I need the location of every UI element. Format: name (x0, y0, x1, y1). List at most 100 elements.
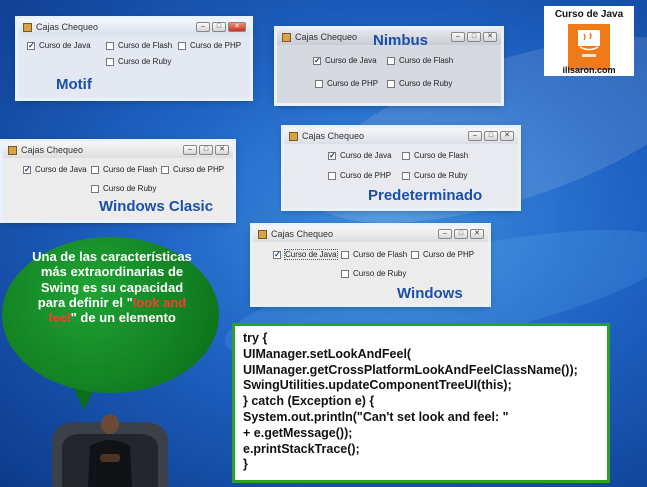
checkbox-box[interactable] (402, 171, 410, 180)
code-line: SwingUtilities.updateComponentTreeUI(thi… (243, 378, 512, 393)
checkbox-box[interactable] (178, 41, 186, 50)
checkbox-ruby[interactable]: Curso de Ruby (387, 79, 452, 88)
checkbox-label: Curso de PHP (173, 165, 225, 174)
titlebar: Cajas Chequeo – □ ✕ (284, 128, 518, 144)
java-cup-icon (23, 22, 32, 32)
logo-website: ilisaron.com (562, 65, 616, 75)
checkbox-box[interactable] (106, 41, 114, 50)
maximize-button[interactable]: □ (454, 229, 468, 239)
checkbox-ruby[interactable]: Curso de Ruby (341, 269, 406, 278)
checkbox-java[interactable]: Curso de Java (23, 165, 87, 174)
checkbox-box[interactable] (315, 79, 323, 88)
laf-label-windows: Windows (397, 285, 463, 302)
window-motif: Cajas Chequeo – □ ✕ Curso de Java Curso … (18, 19, 250, 98)
window-windows: Cajas Chequeo – □ ✕ Curso de Java Curso … (253, 226, 488, 304)
checkbox-box[interactable] (411, 250, 419, 259)
close-button[interactable]: ✕ (483, 32, 497, 42)
checkbox-java[interactable]: Curso de Java (328, 151, 392, 160)
checkbox-box[interactable] (402, 151, 410, 160)
code-line: UIManager.getCrossPlatformLookAndFeelCla… (243, 362, 578, 377)
java-cup-icon (258, 229, 267, 239)
checkbox-box[interactable] (341, 250, 349, 259)
checkbox-php[interactable]: Curso de PHP (315, 79, 378, 88)
checkbox-label: Curso de Java (39, 41, 91, 50)
checkbox-label: Curso de PHP (423, 250, 475, 259)
checkbox-box[interactable] (387, 56, 395, 65)
laf-label-nimbus: Nimbus (373, 32, 429, 49)
laf-label-motif: Motif (56, 76, 92, 93)
java-cup-icon (8, 145, 17, 155)
checkbox-java[interactable]: Curso de Java (313, 56, 377, 65)
checkbox-java[interactable]: Curso de Java (27, 41, 91, 50)
laf-label-windows-classic: Windows Clasic (99, 198, 214, 215)
checkbox-label: Curso de Flash (103, 165, 158, 174)
checkbox-label: Curso de Flash (353, 250, 408, 259)
checkbox-box[interactable] (328, 151, 336, 160)
checkbox-label: Curso de Flash (118, 41, 173, 50)
checkbox-flash[interactable]: Curso de Flash (106, 41, 172, 50)
checkbox-label: Curso de Ruby (414, 171, 468, 180)
checkbox-box[interactable] (23, 165, 31, 174)
checkbox-box[interactable] (387, 79, 395, 88)
checkbox-flash[interactable]: Curso de Flash (341, 250, 407, 259)
maximize-button[interactable]: □ (212, 22, 226, 32)
window-windows-classic: Cajas Chequeo – □ ✕ Curso de Java Curso … (3, 142, 233, 220)
checkbox-box[interactable] (91, 184, 99, 193)
checkbox-flash[interactable]: Curso de Flash (402, 151, 468, 160)
checkbox-box[interactable] (106, 57, 114, 66)
checkbox-box[interactable] (91, 165, 99, 174)
checkbox-box[interactable] (161, 165, 169, 174)
maximize-button[interactable]: □ (199, 145, 213, 155)
checkbox-box[interactable] (313, 56, 321, 65)
code-snippet: try { UIManager.setLookAndFeel( UIManage… (232, 323, 610, 483)
checkbox-php[interactable]: Curso de PHP (161, 165, 224, 174)
minimize-button[interactable]: – (183, 145, 197, 155)
checkbox-label: Curso de Ruby (399, 79, 453, 88)
checkbox-ruby[interactable]: Curso de Ruby (91, 184, 156, 193)
checkbox-php[interactable]: Curso de PHP (328, 171, 391, 180)
checkbox-label: Curso de Flash (414, 151, 469, 160)
checkbox-php[interactable]: Curso de PHP (411, 250, 474, 259)
close-button[interactable]: ✕ (215, 145, 229, 155)
checkbox-label: Curso de Ruby (118, 57, 172, 66)
maximize-button[interactable]: □ (467, 32, 481, 42)
minimize-button[interactable]: – (196, 22, 210, 32)
window-title: Cajas Chequeo (21, 145, 84, 155)
checkbox-box[interactable] (341, 269, 349, 278)
checkbox-flash[interactable]: Curso de Flash (91, 165, 157, 174)
titlebar: Cajas Chequeo – □ ✕ (18, 19, 250, 35)
checkbox-box[interactable] (328, 171, 336, 180)
checkbox-ruby[interactable]: Curso de Ruby (402, 171, 467, 180)
minimize-button[interactable]: – (451, 32, 465, 42)
checkbox-label: Curso de Ruby (353, 269, 407, 278)
checkbox-java[interactable]: Curso de Java (273, 249, 338, 260)
checkbox-flash[interactable]: Curso de Flash (387, 56, 453, 65)
checkbox-ruby[interactable]: Curso de Ruby (106, 57, 171, 66)
minimize-button[interactable]: – (438, 229, 452, 239)
bubble-text-after: " de un elemento (70, 310, 176, 326)
window-nimbus: Cajas Chequeo – □ ✕ Nimbus Curso de Java… (277, 29, 501, 103)
speech-bubble-text: Una de las características más extraordi… (28, 249, 196, 325)
maximize-button[interactable]: □ (484, 131, 498, 141)
checkbox-label: Curso de Flash (399, 56, 454, 65)
close-button[interactable]: ✕ (470, 229, 484, 239)
checkbox-label: Curso de Java (325, 56, 377, 65)
code-line: } (243, 457, 248, 472)
code-line: UIManager.setLookAndFeel( (243, 346, 412, 361)
checkbox-box[interactable] (273, 250, 281, 259)
checkbox-label: Curso de Ruby (103, 184, 157, 193)
code-line: + e.getMessage()); (243, 425, 353, 440)
checkbox-php[interactable]: Curso de PHP (178, 41, 241, 50)
checkbox-label: Curso de Java (340, 151, 392, 160)
window-default: Cajas Chequeo – □ ✕ Curso de Java Curso … (284, 128, 518, 208)
window-title: Cajas Chequeo (302, 131, 365, 141)
code-line: } catch (Exception e) { (243, 394, 375, 409)
close-button[interactable]: ✕ (500, 131, 514, 141)
titlebar: Cajas Chequeo – □ ✕ (3, 142, 233, 158)
window-title: Cajas Chequeo (271, 229, 334, 239)
java-cup-icon (282, 32, 291, 42)
checkbox-box[interactable] (27, 41, 35, 50)
presenter-image (52, 414, 168, 487)
close-button[interactable]: ✕ (228, 22, 246, 32)
minimize-button[interactable]: – (468, 131, 482, 141)
